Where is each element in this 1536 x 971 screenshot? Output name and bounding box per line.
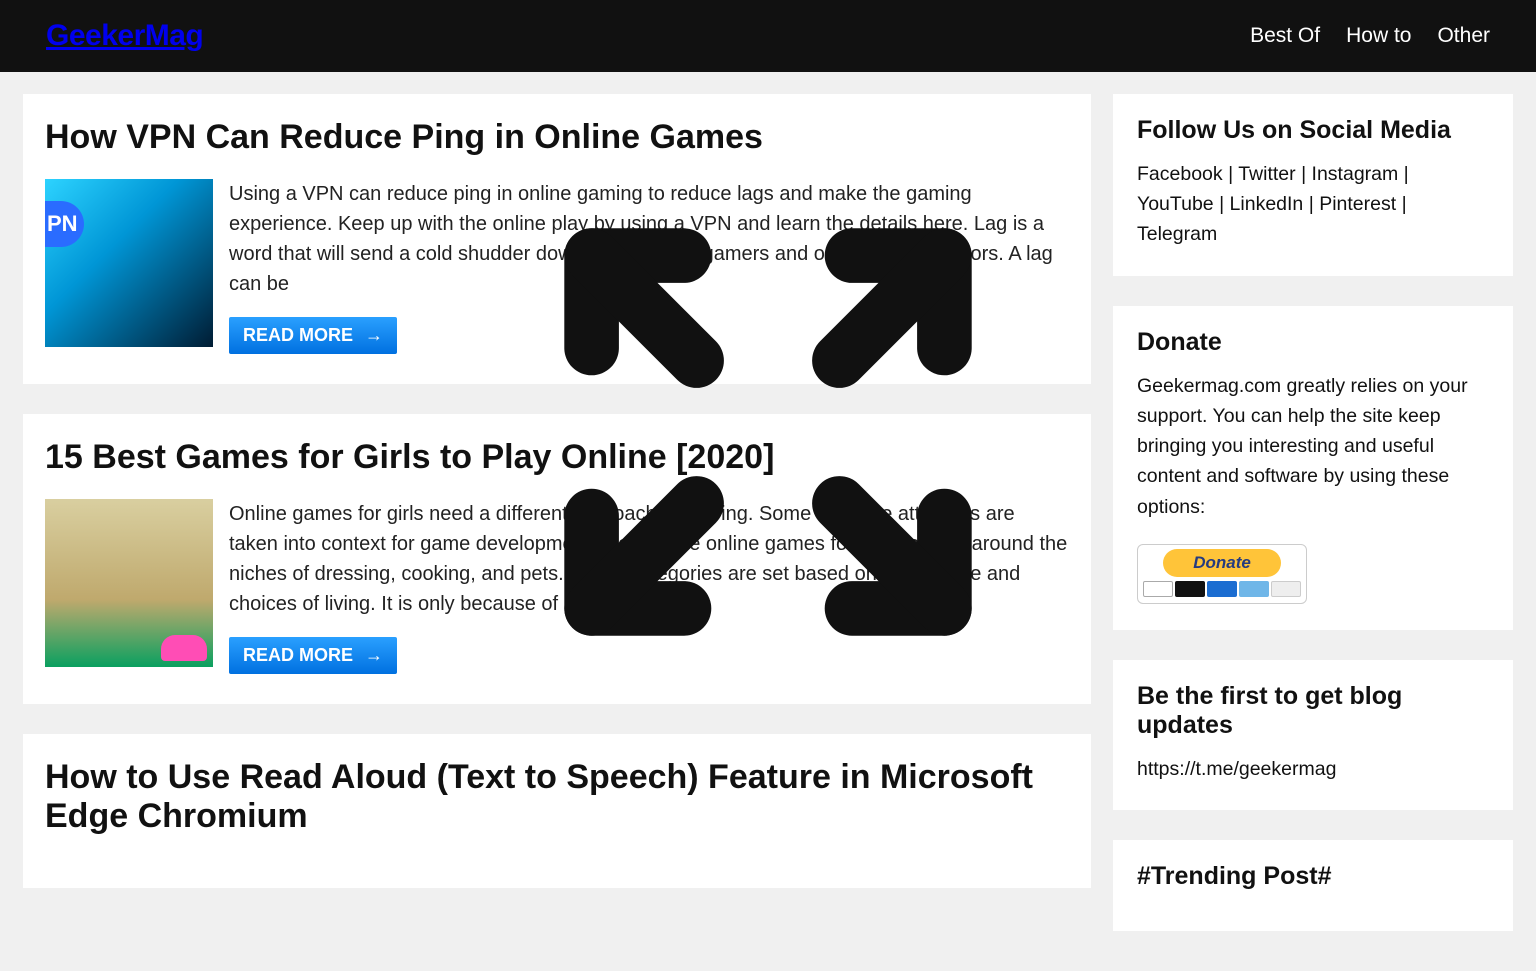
follow-widget: Follow Us on Social Media Facebook | Twi… xyxy=(1113,94,1513,276)
social-links: Facebook | Twitter | Instagram | YouTube… xyxy=(1137,159,1489,250)
social-twitter[interactable]: Twitter xyxy=(1238,163,1295,185)
donate-button-label: Donate xyxy=(1163,549,1281,577)
nav-how-to[interactable]: How to xyxy=(1346,24,1411,48)
paypal-donate-button[interactable]: Donate xyxy=(1137,544,1307,604)
donate-widget: Donate Geekermag.com greatly relies on y… xyxy=(1113,306,1513,630)
social-instagram[interactable]: Instagram xyxy=(1312,163,1399,185)
trending-widget: #Trending Post# xyxy=(1113,840,1513,931)
article-title-link[interactable]: 15 Best Games for Girls to Play Online [… xyxy=(45,438,774,476)
article-excerpt: Using a VPN can reduce ping in online ga… xyxy=(229,179,1069,299)
trending-heading: #Trending Post# xyxy=(1137,862,1489,891)
arrow-right-icon: → xyxy=(365,645,383,666)
arrow-right-icon: → xyxy=(365,325,383,346)
payment-cards-icon xyxy=(1138,581,1306,597)
nav-best-of[interactable]: Best Of xyxy=(1250,24,1320,48)
follow-heading: Follow Us on Social Media xyxy=(1137,116,1489,145)
social-pinterest[interactable]: Pinterest xyxy=(1319,193,1396,215)
brand-logo[interactable]: GeekerMag xyxy=(46,19,203,53)
sidebar: Follow Us on Social Media Facebook | Twi… xyxy=(1113,94,1513,931)
article-card: How VPN Can Reduce Ping in Online Games … xyxy=(23,94,1091,384)
telegram-link[interactable]: https://t.me/geekermag xyxy=(1137,758,1336,780)
article-excerpt: Online games for girls need a different … xyxy=(229,499,1069,619)
read-more-button[interactable]: READ MORE → xyxy=(229,637,397,674)
read-more-label: READ MORE xyxy=(243,325,353,346)
article-card: 15 Best Games for Girls to Play Online [… xyxy=(23,414,1091,704)
main-nav: Best Of How to Other xyxy=(1250,24,1490,48)
article-title-link[interactable]: How to Use Read Aloud (Text to Speech) F… xyxy=(45,758,1033,835)
nav-other[interactable]: Other xyxy=(1437,24,1490,48)
read-more-label: READ MORE xyxy=(243,645,353,666)
donate-heading: Donate xyxy=(1137,328,1489,357)
social-youtube[interactable]: YouTube xyxy=(1137,193,1214,215)
article-thumbnail[interactable] xyxy=(45,499,213,667)
social-facebook[interactable]: Facebook xyxy=(1137,163,1223,185)
site-header: GeekerMag Best Of How to Other xyxy=(0,0,1536,72)
article-card: How to Use Read Aloud (Text to Speech) F… xyxy=(23,734,1091,888)
article-list: How VPN Can Reduce Ping in Online Games … xyxy=(23,94,1091,931)
article-thumbnail[interactable] xyxy=(45,179,213,347)
social-telegram[interactable]: Telegram xyxy=(1137,223,1217,245)
read-more-button[interactable]: READ MORE → xyxy=(229,317,397,354)
article-title-link[interactable]: How VPN Can Reduce Ping in Online Games xyxy=(45,118,763,156)
updates-widget: Be the first to get blog updates https:/… xyxy=(1113,660,1513,810)
donate-text: Geekermag.com greatly relies on your sup… xyxy=(1137,371,1489,522)
social-linkedin[interactable]: LinkedIn xyxy=(1230,193,1304,215)
updates-heading: Be the first to get blog updates xyxy=(1137,682,1489,740)
page-content: How VPN Can Reduce Ping in Online Games … xyxy=(0,72,1536,971)
